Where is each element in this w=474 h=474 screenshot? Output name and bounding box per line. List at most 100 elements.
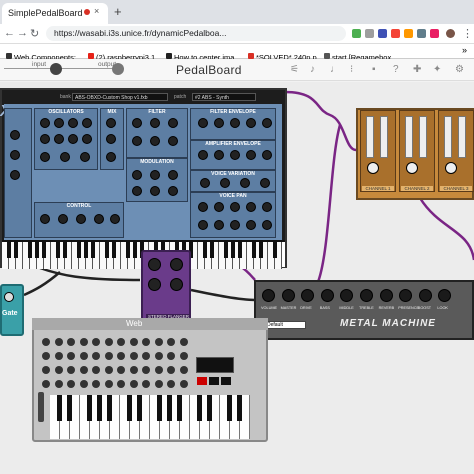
black-key[interactable] <box>14 242 18 258</box>
web-synth-knob[interactable] <box>129 366 138 374</box>
synth-knob[interactable] <box>106 152 116 162</box>
channel-slider[interactable] <box>405 116 413 158</box>
web-synth-knob[interactable] <box>154 338 163 346</box>
black-key[interactable] <box>35 242 39 258</box>
web-synth-knob[interactable] <box>142 338 150 346</box>
synth-knob[interactable] <box>214 118 224 128</box>
web-synth-knob[interactable] <box>142 352 150 360</box>
synth-knob[interactable] <box>168 136 178 146</box>
synth-knob[interactable] <box>132 118 142 128</box>
web-synth-knob[interactable] <box>54 338 63 346</box>
black-key[interactable] <box>126 242 130 258</box>
synth-knob[interactable] <box>10 150 20 160</box>
web-synth-knob[interactable] <box>129 338 138 346</box>
web-synth-knob[interactable] <box>154 352 163 360</box>
synth-knob[interactable] <box>54 134 64 144</box>
synth-knob[interactable] <box>168 170 178 180</box>
synth-knob[interactable] <box>60 152 70 162</box>
web-synth-knob[interactable] <box>154 380 163 388</box>
web-synth-knob[interactable] <box>117 352 125 360</box>
web-synth-knob[interactable] <box>129 352 138 360</box>
black-key[interactable] <box>91 242 95 258</box>
web-synth-knob[interactable] <box>92 352 100 360</box>
channel-knob[interactable] <box>367 162 379 174</box>
synth-knob[interactable] <box>54 118 64 128</box>
synth-knob[interactable] <box>106 134 116 144</box>
black-key[interactable] <box>231 242 235 258</box>
web-synth-knob[interactable] <box>42 338 50 346</box>
synth-knob[interactable] <box>40 134 50 144</box>
black-key[interactable] <box>84 242 88 258</box>
web-synth-knob[interactable] <box>79 352 88 360</box>
web-synth-knob[interactable] <box>167 338 175 346</box>
synth-knob[interactable] <box>132 136 142 146</box>
black-key[interactable] <box>177 395 182 421</box>
black-key[interactable] <box>77 242 81 258</box>
flanger-knob[interactable] <box>170 258 183 271</box>
synth-knob[interactable] <box>10 170 20 180</box>
black-key[interactable] <box>259 242 263 258</box>
web-synth-knob[interactable] <box>117 380 125 388</box>
synth-knob[interactable] <box>230 202 240 212</box>
web-synth-button[interactable] <box>197 377 207 385</box>
synth-knob[interactable] <box>262 202 272 212</box>
synth-knob[interactable] <box>150 186 160 196</box>
amp-knob[interactable] <box>360 289 373 302</box>
flanger-knob[interactable] <box>170 278 183 291</box>
black-key[interactable] <box>237 395 242 421</box>
synth-knob[interactable] <box>246 118 256 128</box>
synth-knob[interactable] <box>110 214 120 224</box>
black-key[interactable] <box>42 242 46 258</box>
synth-knob[interactable] <box>262 150 272 160</box>
black-key[interactable] <box>28 242 32 258</box>
web-synth-knob[interactable] <box>54 352 63 360</box>
synth-knob[interactable] <box>40 152 50 162</box>
web-synth-knob[interactable] <box>79 380 88 388</box>
synth-knob[interactable] <box>260 178 270 188</box>
patch-select[interactable]: #2 ABS - Synth <box>192 93 256 101</box>
web-synth-knob[interactable] <box>92 338 100 346</box>
synth-knob[interactable] <box>198 150 208 160</box>
web-synth-knob[interactable] <box>167 366 175 374</box>
synth-knob[interactable] <box>132 186 142 196</box>
synth-knob[interactable] <box>246 202 256 212</box>
web-synth-knob[interactable] <box>104 380 113 388</box>
web-synth-knob[interactable] <box>67 380 75 388</box>
bank-select[interactable]: ABS-OBXD-Custom Shop v1.fxb <box>72 93 168 101</box>
synth-knob[interactable] <box>214 220 224 230</box>
synth-knob[interactable] <box>220 178 230 188</box>
web-synth-knob[interactable] <box>142 366 150 374</box>
black-key[interactable] <box>56 242 60 258</box>
synth-knob[interactable] <box>230 118 240 128</box>
synth-knob[interactable] <box>106 118 116 128</box>
gate-knob[interactable] <box>4 292 14 302</box>
amp-knob[interactable] <box>262 289 275 302</box>
web-synth-knob[interactable] <box>79 366 88 374</box>
web-synth-wheel[interactable] <box>38 392 44 422</box>
synth-knob[interactable] <box>246 220 256 230</box>
synth-knob[interactable] <box>82 134 92 144</box>
amp-knob[interactable] <box>418 289 432 302</box>
web-synth-knob[interactable] <box>179 338 188 346</box>
black-key[interactable] <box>203 242 207 258</box>
channel-slider[interactable] <box>419 116 427 158</box>
web-synth-knob[interactable] <box>167 352 175 360</box>
web-synth-knob[interactable] <box>42 366 50 374</box>
web-synth-knob[interactable] <box>67 338 75 346</box>
synth-knob[interactable] <box>150 170 160 180</box>
synth-knob[interactable] <box>262 118 272 128</box>
web-synth-knob[interactable] <box>104 338 113 346</box>
synth-knob[interactable] <box>68 118 78 128</box>
web-synth-button[interactable] <box>209 377 219 385</box>
black-key[interactable] <box>210 242 214 258</box>
web-synth-knob[interactable] <box>179 366 188 374</box>
synth-knob[interactable] <box>246 150 256 160</box>
web-synth-knob[interactable] <box>142 380 150 388</box>
web-synth-knob[interactable] <box>42 352 50 360</box>
black-key[interactable] <box>67 395 72 421</box>
flanger-knob[interactable] <box>148 278 161 291</box>
black-key[interactable] <box>57 395 62 421</box>
web-synth-knob[interactable] <box>54 380 63 388</box>
flanger-knob[interactable] <box>148 258 161 271</box>
web-synth-knob[interactable] <box>129 380 138 388</box>
